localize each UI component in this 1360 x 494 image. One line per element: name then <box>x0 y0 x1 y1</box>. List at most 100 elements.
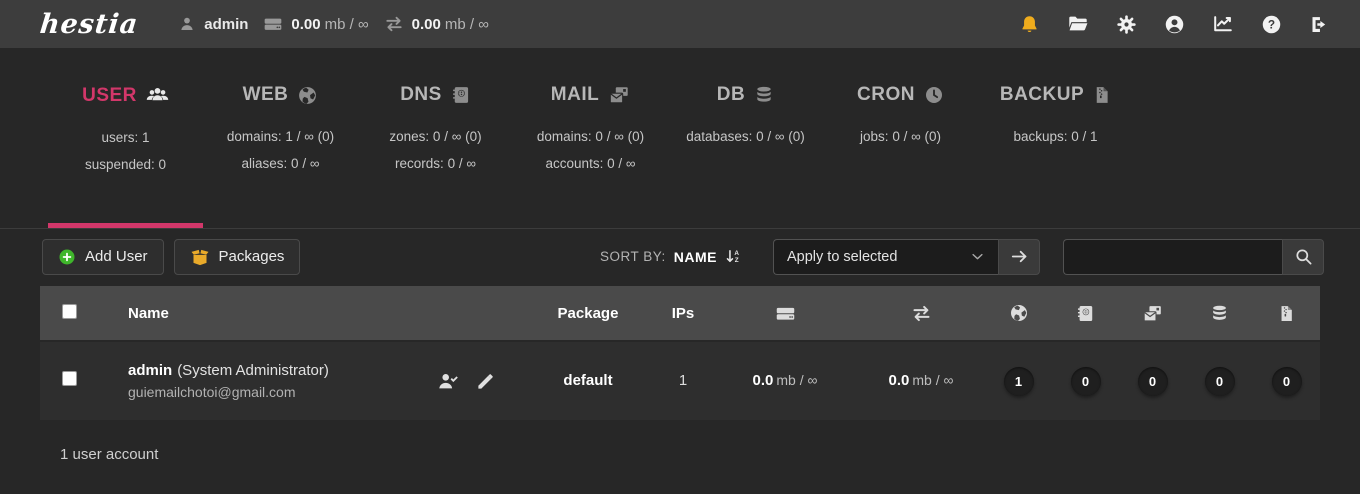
bulk-action-group: Apply to selected <box>773 239 1040 275</box>
box-open-icon <box>190 247 210 267</box>
row-bandwidth-value: 0.0 <box>889 372 910 389</box>
svg-text:?: ? <box>1268 17 1275 31</box>
bell-icon[interactable] <box>1019 14 1040 35</box>
topbar-actions: ? <box>1019 13 1330 35</box>
tab-stat: aliases: 0 / ∞ <box>203 150 358 177</box>
globe-icon <box>1009 303 1029 323</box>
exchange-icon <box>384 14 404 34</box>
tab-web-label: WEB <box>243 84 289 106</box>
question-circle-icon[interactable]: ? <box>1261 14 1282 35</box>
disk-limit: mb / ∞ <box>325 16 369 33</box>
tab-mail-label: MAIL <box>551 84 599 106</box>
svg-text:Z: Z <box>735 257 739 264</box>
header-name: Name <box>128 305 169 322</box>
tab-stat: backups: 0 / 1 <box>978 123 1133 150</box>
bulk-action-value: Apply to selected <box>787 249 897 265</box>
row-actions <box>437 370 523 392</box>
tab-stat: suspended: 0 <box>48 151 203 178</box>
sort-by-label: SORT BY: <box>600 249 666 264</box>
clock-icon <box>924 85 944 105</box>
tab-dns-label: DNS <box>400 84 442 106</box>
search-input[interactable] <box>1063 239 1282 275</box>
tab-stat: users: 1 <box>48 124 203 151</box>
sort-alpha-down-icon[interactable]: AZ <box>725 248 742 265</box>
tab-backup[interactable]: BACKUP backups: 0 / 1 <box>978 48 1133 228</box>
apply-button[interactable] <box>998 239 1040 275</box>
database-icon <box>754 85 774 105</box>
sign-out-icon[interactable] <box>1309 14 1330 35</box>
tab-stat: accounts: 0 / ∞ <box>513 150 668 177</box>
topbar-bandwidth-usage: 0.00mb / ∞ <box>384 14 489 34</box>
row-ips: 1 <box>679 372 687 389</box>
packages-button[interactable]: Packages <box>174 239 301 275</box>
header-ips: IPs <box>672 305 695 322</box>
plus-circle-icon <box>58 248 76 266</box>
chart-line-icon[interactable] <box>1212 13 1234 35</box>
db-count-badge[interactable]: 0 <box>1205 367 1235 396</box>
search-icon <box>1294 247 1313 266</box>
disk-value: 0.00 <box>291 16 320 33</box>
add-user-label: Add User <box>85 248 148 265</box>
mail-count-badge[interactable]: 0 <box>1138 367 1168 396</box>
user-name[interactable]: admin <box>128 362 172 379</box>
packages-label: Packages <box>219 248 285 265</box>
file-archive-icon <box>1278 304 1295 323</box>
sort-group: SORT BY: NAME AZ <box>600 248 742 265</box>
section-nav: USER users: 1 suspended: 0 WEB domains: … <box>0 48 1360 229</box>
edit-pencil-icon[interactable] <box>476 372 495 391</box>
web-count-badge[interactable]: 1 <box>1004 367 1034 396</box>
tab-stat: databases: 0 / ∞ (0) <box>668 123 823 150</box>
search-group <box>1063 239 1324 275</box>
address-book-icon <box>451 85 471 105</box>
globe-icon <box>297 85 318 106</box>
database-icon <box>1210 304 1229 323</box>
tab-stat: records: 0 / ∞ <box>358 150 513 177</box>
header-package: Package <box>558 305 619 322</box>
hestia-logo[interactable]: hestia <box>39 11 140 38</box>
add-user-button[interactable]: Add User <box>42 239 164 275</box>
sort-field-value[interactable]: NAME <box>674 249 717 265</box>
mail-bulk-icon <box>1142 303 1163 324</box>
topbar-disk-usage: 0.00 mb / ∞ <box>263 14 368 34</box>
tab-db-label: DB <box>717 84 745 106</box>
tab-user[interactable]: USER users: 1 suspended: 0 <box>48 48 203 228</box>
dns-count-badge[interactable]: 0 <box>1071 367 1101 396</box>
table-header: Name Package IPs <box>40 286 1320 340</box>
topbar: hestia admin 0.00mb / ∞ 0.00mb / ∞ <box>0 0 1360 48</box>
bulk-action-select[interactable]: Apply to selected <box>773 239 998 275</box>
address-book-icon <box>1076 304 1095 323</box>
gear-icon[interactable] <box>1116 14 1137 35</box>
user-info: admin(System Administrator) guiemailchot… <box>128 362 329 400</box>
chevron-down-icon <box>970 249 985 264</box>
user-icon <box>178 15 196 33</box>
user-email: guiemailchotoi@gmail.com <box>128 384 329 400</box>
tab-dns[interactable]: DNS zones: 0 / ∞ (0) records: 0 / ∞ <box>358 48 513 228</box>
topbar-stats: admin 0.00mb / ∞ 0.00mb / ∞ <box>178 14 489 34</box>
tab-db[interactable]: DB databases: 0 / ∞ (0) <box>668 48 823 228</box>
svg-text:A: A <box>734 250 739 257</box>
row-disk-value: 0.0 <box>753 372 774 389</box>
tab-cron-label: CRON <box>857 84 915 106</box>
folder-icon[interactable] <box>1067 13 1089 35</box>
topbar-user[interactable]: admin <box>178 15 248 33</box>
mail-bulk-icon <box>608 84 630 106</box>
backup-count-badge[interactable]: 0 <box>1272 367 1302 396</box>
tab-backup-label: BACKUP <box>1000 84 1084 106</box>
summary-text: 1 user account <box>60 446 1360 463</box>
exchange-icon <box>911 303 932 324</box>
login-as-user-icon[interactable] <box>437 370 459 392</box>
tab-stat: zones: 0 / ∞ (0) <box>358 123 513 150</box>
select-row-checkbox[interactable] <box>62 371 77 386</box>
bandwidth-value: 0.00 <box>412 16 441 33</box>
topbar-username: admin <box>204 16 248 33</box>
tab-web[interactable]: WEB domains: 1 / ∞ (0) aliases: 0 / ∞ <box>203 48 358 228</box>
select-all-checkbox[interactable] <box>62 304 77 319</box>
search-button[interactable] <box>1282 239 1324 275</box>
toolbar: Add User Packages SORT BY: NAME AZ Apply… <box>0 229 1360 284</box>
row-bandwidth-limit: mb / ∞ <box>912 372 953 388</box>
tab-mail[interactable]: MAIL domains: 0 / ∞ (0) accounts: 0 / ∞ <box>513 48 668 228</box>
tab-cron[interactable]: CRON jobs: 0 / ∞ (0) <box>823 48 978 228</box>
users-icon <box>146 84 169 107</box>
row-disk-limit: mb / ∞ <box>776 372 817 388</box>
user-circle-icon[interactable] <box>1164 14 1185 35</box>
